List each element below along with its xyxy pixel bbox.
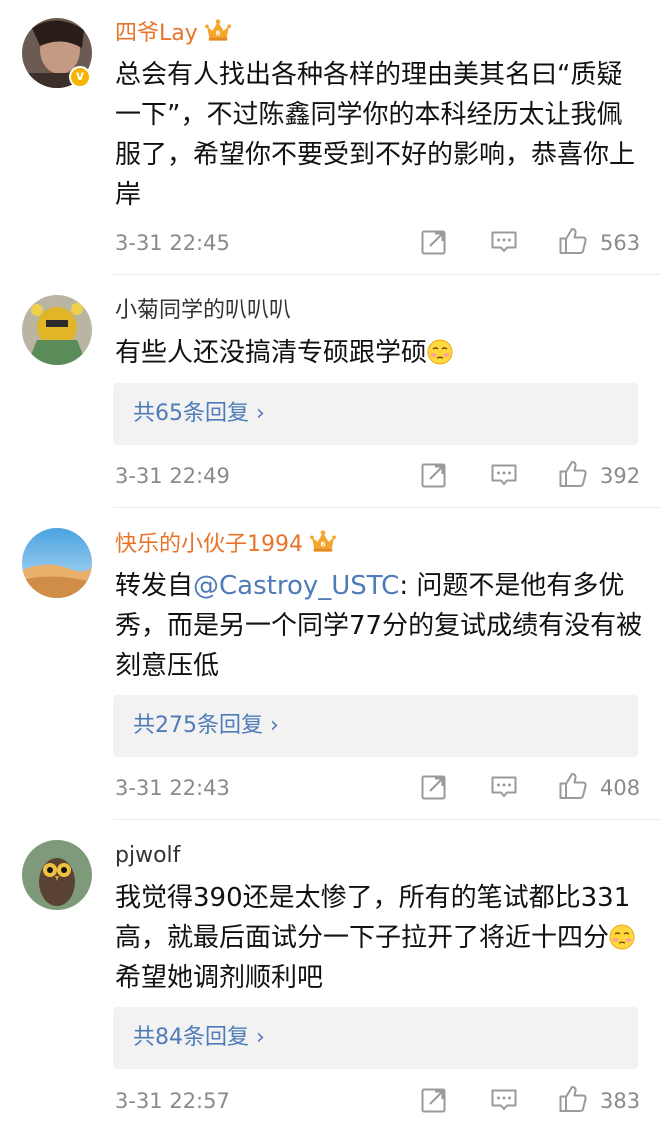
embarrassed-smile-emoji [427,339,453,365]
comment-meta: 3-31 22:45 563 [0,226,660,260]
divider [113,274,660,275]
timestamp: 3-31 22:49 [115,464,230,488]
verified-badge-icon: v [69,66,91,88]
repost-icon[interactable] [420,1086,448,1114]
comment-text: 有些人还没搞清专硕跟学硕 [115,333,645,373]
username[interactable]: pjwolf [115,841,180,871]
comment-text: 转发自@Castroy_USTC: 问题不是他有多优秀，而是另一个同学77分的复… [115,571,643,681]
replies-label: 共65条回复 › [133,401,265,426]
comment-icon[interactable] [490,773,518,801]
thumbs-up-icon[interactable] [558,771,588,801]
mention-link[interactable]: @Castroy_USTC [193,571,399,601]
like-count: 392 [600,464,641,488]
replies-button[interactable]: 共275条回复 › [113,695,638,757]
thumbs-up-icon[interactable] [558,1084,588,1114]
like-count: 563 [600,231,641,255]
like-count: 408 [600,776,641,800]
repost-icon[interactable] [420,461,448,489]
username[interactable]: 四爷Lay [115,18,232,49]
embarrassed-smile-emoji [609,924,635,950]
avatar[interactable] [22,295,92,365]
comment-meta: 3-31 22:49 392 [0,459,660,493]
username[interactable]: 快乐的小伙子1994 [115,529,337,560]
crown-icon [309,529,337,553]
replies-label: 共275条回复 › [133,713,279,738]
crown-icon [204,18,232,42]
repost-icon[interactable] [420,773,448,801]
timestamp: 3-31 22:57 [115,1089,230,1113]
comment-text: 总会有人找出各种各样的理由美其名曰“质疑一下”，不过陈鑫同学你的本科经历太让我佩… [115,60,636,210]
comment-icon[interactable] [490,461,518,489]
divider [113,819,660,820]
divider [113,507,660,508]
avatar[interactable] [22,528,92,598]
username[interactable]: 小菊同学的叭叭叭 [115,296,291,326]
comment-icon[interactable] [490,1086,518,1114]
replies-button[interactable]: 共84条回复 › [113,1007,638,1069]
thumbs-up-icon[interactable] [558,226,588,256]
replies-label: 共84条回复 › [133,1025,265,1050]
timestamp: 3-31 22:43 [115,776,230,800]
thumbs-up-icon[interactable] [558,459,588,489]
comment-text: 我觉得390还是太惨了，所有的笔试都比331高，就最后面试分一下子拉开了将近十四… [115,878,645,998]
repost-icon[interactable] [420,228,448,256]
like-count: 383 [600,1089,641,1113]
comment-meta: 3-31 22:57 383 [0,1084,660,1118]
replies-button[interactable]: 共65条回复 › [113,383,638,445]
timestamp: 3-31 22:45 [115,231,230,255]
comment-icon[interactable] [490,228,518,256]
avatar[interactable] [22,840,92,910]
comment-meta: 3-31 22:43 408 [0,771,660,805]
